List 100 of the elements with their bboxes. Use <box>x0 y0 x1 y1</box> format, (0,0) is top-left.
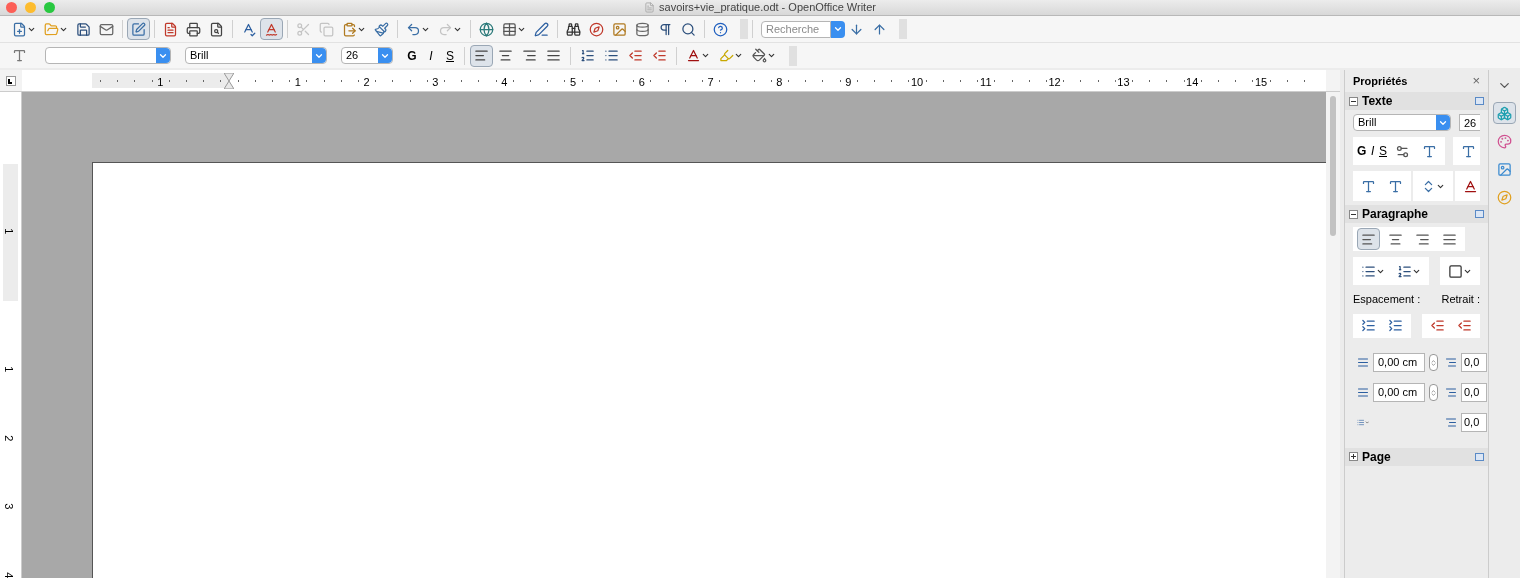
scrollbar-thumb[interactable] <box>1330 96 1336 236</box>
ruler-number: 1 <box>2 228 17 235</box>
bold-button[interactable]: G <box>1357 142 1367 160</box>
underline-button[interactable]: S <box>441 46 459 65</box>
document-icon <box>644 2 655 13</box>
table-icon <box>502 21 517 37</box>
copy-icon <box>319 21 334 37</box>
ruler-number: 1 <box>157 75 164 90</box>
paste-icon <box>342 21 357 37</box>
horizontal-ruler[interactable]: 1 1 2 3 4 5 6 7 8 9 10 11 12 13 14 15 <box>22 70 1326 91</box>
spacing-label: Espacement : <box>1353 292 1421 307</box>
indent-icon-icon <box>1445 385 1457 400</box>
indent-icon-icon <box>1445 415 1457 430</box>
auto-spellcheck-icon <box>264 21 279 37</box>
align-icon <box>1361 231 1376 247</box>
save-icon <box>76 21 91 37</box>
caret-icon <box>767 51 776 60</box>
spacing-field[interactable]: 0,00 cm <box>1373 353 1425 372</box>
find-icon <box>566 21 581 37</box>
italic-button[interactable]: I <box>1370 142 1375 160</box>
undo-icon <box>406 21 421 37</box>
align-icon <box>522 48 537 63</box>
align-icon <box>1442 231 1457 247</box>
section-title: Texte <box>1362 93 1394 110</box>
vertical-ruler[interactable]: 1 1 2 3 4 <box>0 92 22 578</box>
caret-icon <box>701 51 710 60</box>
print-preview-icon <box>209 21 224 37</box>
styles-icon <box>12 48 27 63</box>
section-title: Page <box>1362 448 1392 466</box>
indent-field[interactable]: 0,0 <box>1461 413 1487 432</box>
email-icon <box>99 21 114 37</box>
bullet-list-icon <box>604 48 619 63</box>
sidebar-title: Propriétés <box>1353 73 1409 89</box>
italic-button[interactable]: I <box>422 46 440 65</box>
zoom-icon <box>681 21 696 37</box>
draw-icon <box>534 21 549 37</box>
ruler-number: 4 <box>2 572 17 578</box>
font-size-dropdown[interactable]: 26 <box>341 47 393 64</box>
font-color-icon <box>1463 178 1478 194</box>
window-title: savoirs+vie_pratique.odt - OpenOffice Writer <box>659 0 876 16</box>
bold-button[interactable]: G <box>403 46 421 65</box>
close-window-button[interactable] <box>6 2 17 13</box>
numbered-list-icon <box>580 48 595 63</box>
indent-field[interactable]: 0,0 <box>1461 353 1487 372</box>
numbered-list-icon <box>1397 263 1412 279</box>
more-options-icon[interactable] <box>1475 452 1484 461</box>
pdf-export-icon <box>163 21 178 37</box>
ruler-number: 1 <box>2 366 17 373</box>
underline-button[interactable]: S <box>1379 142 1387 160</box>
align-icon <box>546 48 561 63</box>
sidebar-icon <box>1497 161 1512 177</box>
open-folder-icon <box>44 21 59 37</box>
decrease-spacing-icon <box>1388 318 1403 333</box>
collapse-icon[interactable] <box>1349 209 1358 219</box>
sidebar-icon <box>1497 133 1512 149</box>
help-icon <box>713 21 728 37</box>
spinner-icon[interactable] <box>1429 354 1438 371</box>
increase-indent-icon <box>652 48 667 63</box>
globe-icon <box>479 21 494 37</box>
indent-marker-icon[interactable] <box>224 73 234 89</box>
clone-formatting-icon <box>374 21 389 37</box>
more-options-icon[interactable] <box>1475 97 1484 105</box>
auto-spellcheck-button[interactable] <box>260 18 283 40</box>
redo-icon <box>438 21 453 37</box>
section-title: Paragraphe <box>1362 206 1430 223</box>
indent-field[interactable]: 0,0 <box>1461 383 1487 402</box>
background-fill-icon <box>1448 263 1463 279</box>
cut-icon <box>296 21 311 37</box>
decrease-indent-icon <box>628 48 643 63</box>
navigator-icon <box>589 21 604 37</box>
print-icon <box>186 21 201 37</box>
paragraph-style-dropdown[interactable] <box>45 47 171 64</box>
close-button[interactable]: × <box>1472 71 1480 91</box>
align-button[interactable] <box>1357 228 1380 250</box>
font-name-dropdown[interactable]: Brill <box>1353 114 1451 131</box>
increase-indent-icon <box>1457 318 1472 333</box>
search-field[interactable]: Recherche <box>761 20 831 38</box>
highlight-icon <box>719 48 734 63</box>
align-button[interactable] <box>470 44 493 67</box>
font-size-field[interactable]: 26 <box>1459 114 1480 131</box>
edit-mode-button[interactable] <box>127 18 150 40</box>
expand-icon[interactable] <box>1349 452 1358 461</box>
collapse-icon[interactable] <box>1349 96 1358 106</box>
background-color-icon <box>752 48 767 63</box>
spinner-icon[interactable] <box>1429 384 1438 401</box>
sidebar-tab[interactable] <box>1493 102 1516 124</box>
spacing-field[interactable]: 0,00 cm <box>1373 383 1425 402</box>
find-previous-icon <box>872 21 887 37</box>
align-icon <box>1415 231 1430 247</box>
ruler-number: 2 <box>2 434 17 441</box>
font-name-dropdown[interactable]: Brill <box>185 47 327 64</box>
more-options-icon[interactable] <box>1475 210 1484 218</box>
tab-stop-icon[interactable] <box>6 75 16 86</box>
bullet-list-icon <box>1361 263 1376 279</box>
increase-spacing-icon <box>1361 318 1376 333</box>
edit-mode-icon <box>131 21 146 37</box>
ruler-number: 3 <box>2 503 17 510</box>
caret-icon <box>1364 418 1369 427</box>
spellcheck-icon <box>241 21 256 37</box>
spacing-icon-icon <box>1357 385 1369 400</box>
